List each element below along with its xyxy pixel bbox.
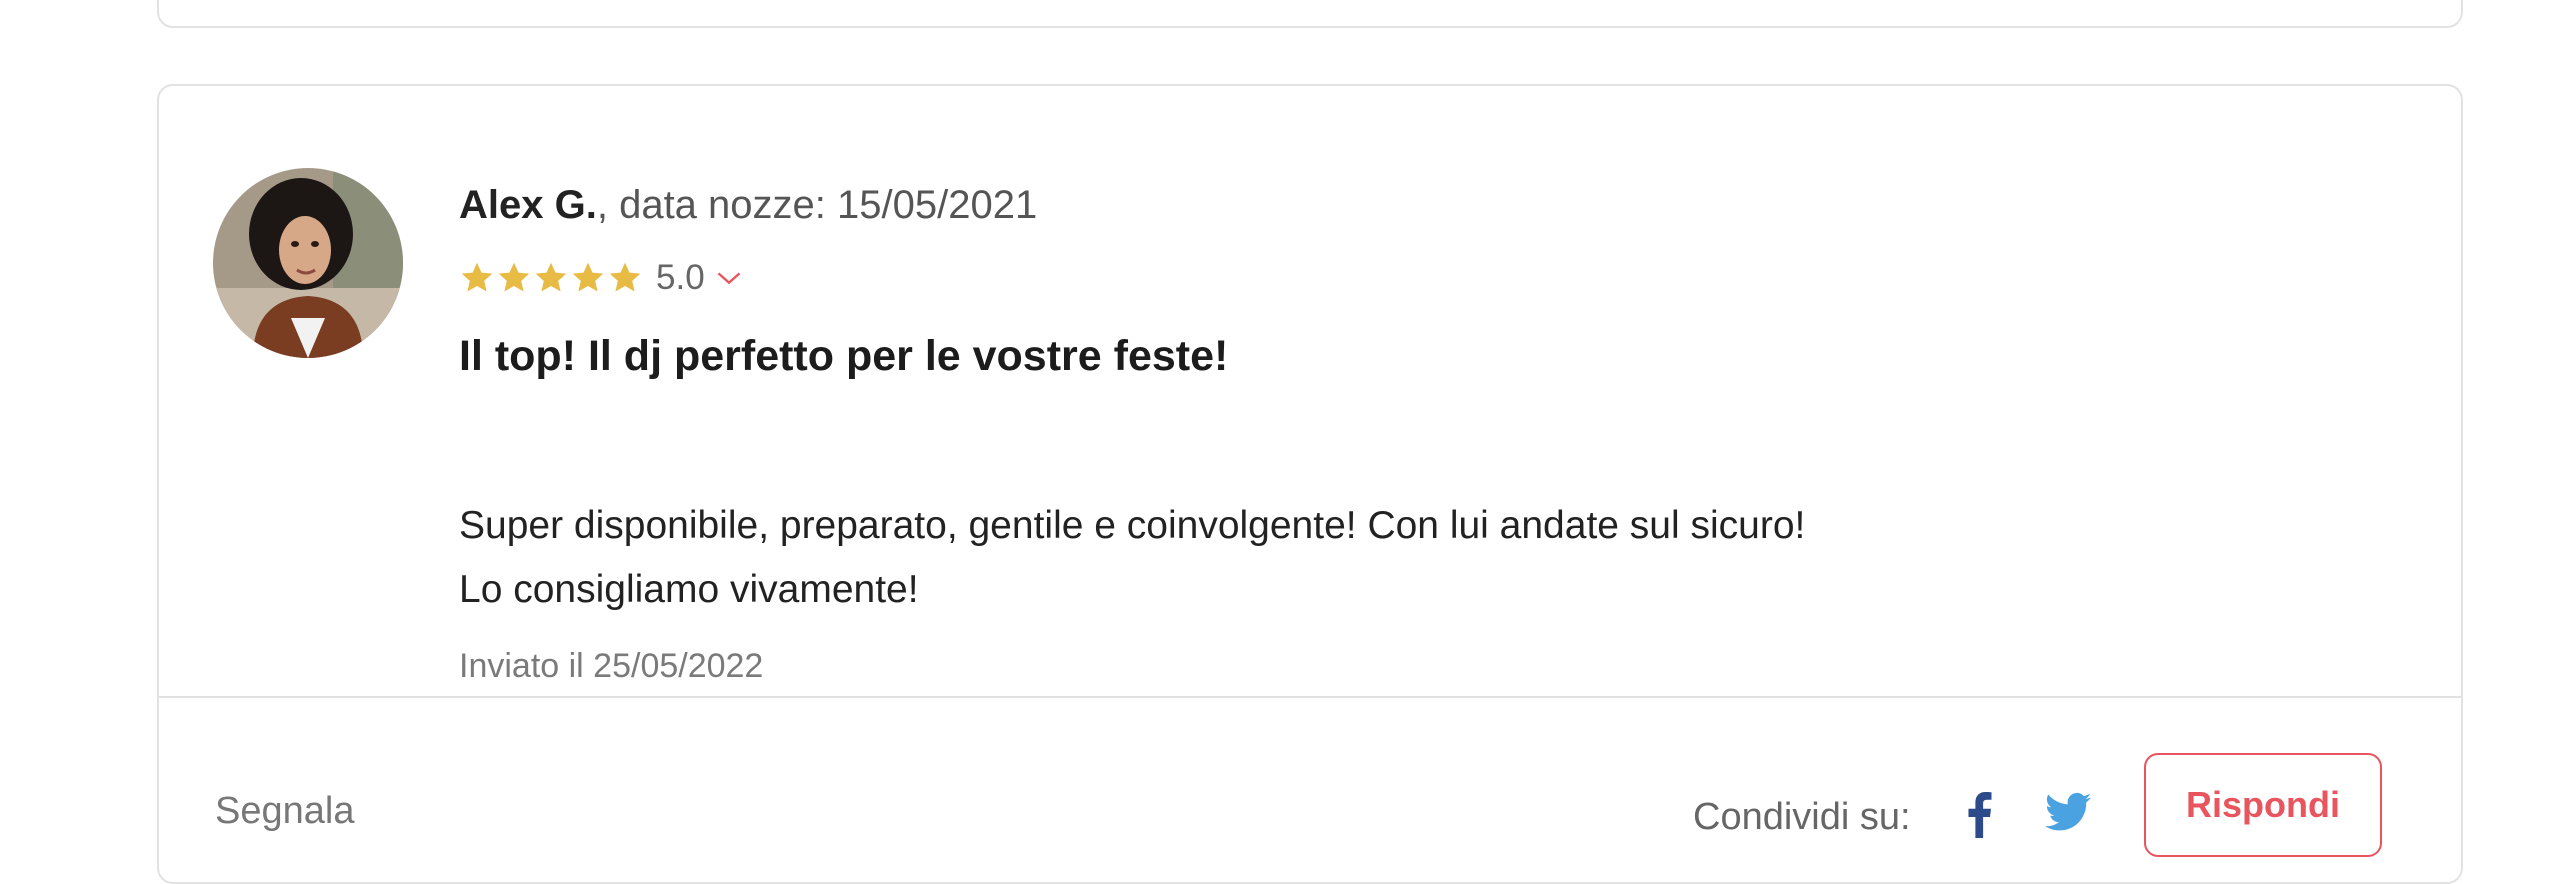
divider [159,696,2461,698]
share-label: Condividi su: [1693,796,1911,838]
review-title: Il top! Il dj perfetto per le vostre fes… [459,332,1229,380]
review-body-line: Super disponibile, preparato, gentile e … [459,504,1806,547]
previous-review-card [157,0,2463,28]
twitter-icon[interactable] [2045,792,2091,832]
review-body-line: Lo consigliamo vivamente! [459,568,919,611]
avatar-photo [213,168,403,358]
star-icon [572,262,604,292]
rating-value: 5.0 [656,258,705,297]
reply-button[interactable]: Rispondi [2144,753,2382,857]
author-line: Alex G., data nozze: 15/05/2021 [459,180,1037,230]
star-icon [535,262,567,292]
avatar [213,168,403,358]
report-link[interactable]: Segnala [215,790,354,833]
rating-stars [459,260,644,296]
star-icon [461,262,493,292]
rating[interactable]: 5.0 [459,254,743,302]
review-body: Super disponibile, preparato, gentile e … [459,494,1805,622]
wedding-date: , data nozze: 15/05/2021 [596,183,1038,227]
review-card: Alex G., data nozze: 15/05/2021 5.0 Il t… [157,84,2463,884]
sent-date: Inviato il 25/05/2022 [459,647,764,685]
star-icon [609,262,641,292]
author-name: Alex G. [459,183,597,227]
chevron-down-icon[interactable] [715,264,743,292]
facebook-icon[interactable] [1965,792,1993,838]
star-icon [498,262,530,292]
